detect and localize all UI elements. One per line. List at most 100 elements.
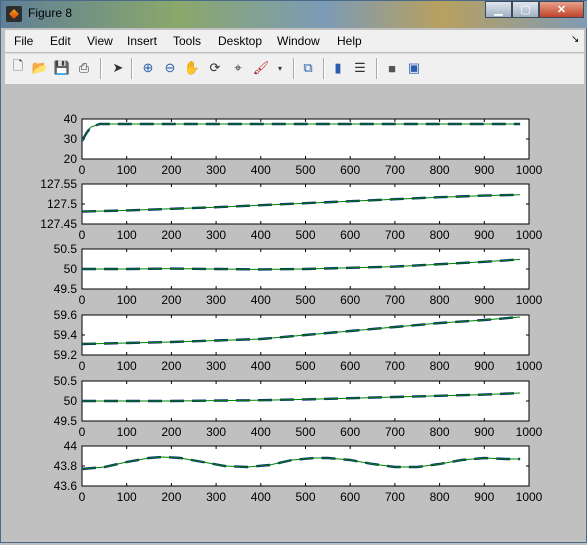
x-tick-label: 400 — [251, 425, 271, 439]
subplot-4[interactable]: 0 100 200 300 400 500 600 700 800 900 1000 59.6 59.4… — [54, 308, 543, 373]
x-tick-label: 0 — [79, 163, 86, 177]
show-plot-tools-icon[interactable]: ▣ — [405, 59, 423, 77]
brush-dropdown-icon[interactable]: ▾ — [271, 59, 289, 77]
y-tick-label: 49.5 — [54, 282, 78, 296]
x-tick-label: 100 — [117, 425, 137, 439]
x-tick-label: 800 — [430, 293, 450, 307]
x-tick-label: 900 — [474, 359, 494, 373]
x-tick-label: 600 — [340, 359, 360, 373]
x-tick-label: 300 — [206, 490, 226, 504]
x-tick-label: 300 — [206, 425, 226, 439]
x-tick-label: 200 — [161, 163, 181, 177]
legend-icon[interactable]: ☰ — [351, 59, 369, 77]
data-cursor-icon[interactable]: ⌖ — [229, 59, 247, 77]
x-tick-label: 400 — [251, 359, 271, 373]
maximize-button[interactable]: ▢ — [512, 1, 539, 18]
x-tick-label: 500 — [295, 163, 315, 177]
print-icon[interactable]: ⎙ — [75, 59, 93, 77]
title-bar[interactable]: Figure 8 ▁ ▢ ✕ — [1, 1, 587, 28]
x-tick-label: 0 — [79, 359, 86, 373]
y-tick-label: 20 — [64, 152, 78, 166]
pointer-icon[interactable]: ➤ — [109, 59, 127, 77]
subplot-5[interactable]: 0 100 200 300 400 500 600 700 800 900 1000 50.5 50 49… — [54, 374, 543, 439]
x-tick-label: 600 — [340, 228, 360, 242]
x-tick-label: 800 — [430, 425, 450, 439]
x-tick-label: 100 — [117, 293, 137, 307]
y-tick-label: 30 — [64, 132, 78, 146]
y-tick-label: 43.6 — [54, 479, 78, 493]
open-file-icon[interactable]: 📂 — [31, 59, 49, 77]
x-tick-label: 800 — [430, 359, 450, 373]
axes-box[interactable] — [81, 445, 530, 487]
link-plot-icon[interactable]: ⧉ — [299, 59, 317, 77]
close-button[interactable]: ✕ — [539, 1, 584, 18]
x-tick-label: 400 — [251, 293, 271, 307]
brush-icon[interactable]: 🖌 — [252, 59, 270, 77]
y-tick-label: 40 — [64, 112, 78, 126]
x-tick-label: 1000 — [516, 425, 543, 439]
minimize-button[interactable]: ▁ — [485, 1, 512, 18]
window-title: Figure 8 — [28, 6, 73, 20]
x-tick-label: 200 — [161, 359, 181, 373]
matlab-icon — [6, 6, 22, 22]
x-tick-label: 1000 — [516, 163, 543, 177]
x-tick-label: 1000 — [516, 293, 543, 307]
x-tick-label: 700 — [385, 293, 405, 307]
menu-window[interactable]: Window — [277, 34, 320, 48]
pan-icon[interactable]: ✋ — [183, 59, 201, 77]
undock-arrow-icon[interactable]: ↘ — [571, 34, 579, 45]
x-tick-label: 800 — [430, 228, 450, 242]
x-tick-label: 400 — [251, 490, 271, 504]
x-tick-label: 200 — [161, 228, 181, 242]
subplot-2[interactable]: 0 100 200 300 400 500 600 700 800 900 1000 127.55 12… — [40, 177, 542, 242]
x-tick-label: 300 — [206, 359, 226, 373]
new-figure-icon[interactable]: 🗋 — [9, 58, 27, 77]
x-tick-label: 900 — [474, 490, 494, 504]
y-tick-label: 43.8 — [54, 459, 78, 473]
x-tick-label: 800 — [430, 163, 450, 177]
x-tick-label: 500 — [295, 359, 315, 373]
y-tick-label: 59.2 — [54, 348, 78, 362]
x-tick-label: 1000 — [516, 228, 543, 242]
x-tick-label: 700 — [385, 359, 405, 373]
x-tick-label: 600 — [340, 425, 360, 439]
y-tick-label: 127.45 — [40, 217, 77, 231]
x-tick-label: 1000 — [516, 490, 543, 504]
x-tick-label: 200 — [161, 293, 181, 307]
zoom-in-icon[interactable]: ⊕ — [139, 59, 157, 77]
y-tick-label: 50.5 — [54, 242, 78, 256]
x-tick-label: 0 — [79, 228, 86, 242]
subplot-1[interactable]: 0 100 200 300 400 500 600 700 800 900 1000 40 30 20 — [64, 112, 543, 177]
x-tick-label: 500 — [295, 293, 315, 307]
x-tick-label: 900 — [474, 425, 494, 439]
menu-file[interactable]: File — [14, 34, 33, 48]
y-tick-label: 49.5 — [54, 414, 78, 428]
menu-tools[interactable]: Tools — [173, 34, 201, 48]
save-icon[interactable]: 💾 — [53, 59, 71, 77]
x-tick-label: 700 — [385, 490, 405, 504]
x-tick-label: 0 — [79, 425, 86, 439]
y-tick-label: 50 — [64, 262, 78, 276]
x-tick-label: 700 — [385, 425, 405, 439]
zoom-out-icon[interactable]: ⊖ — [161, 59, 179, 77]
menu-view[interactable]: View — [87, 34, 113, 48]
rotate-3d-icon[interactable]: ⟳ — [206, 59, 224, 77]
menu-help[interactable]: Help — [337, 34, 362, 48]
x-tick-label: 700 — [385, 228, 405, 242]
x-tick-label: 600 — [340, 490, 360, 504]
x-tick-label: 0 — [79, 293, 86, 307]
y-tick-label: 127.55 — [40, 177, 77, 191]
subplot-3[interactable]: 0 100 200 300 400 500 600 700 800 900 1000 50.5 50 49… — [54, 242, 543, 307]
x-tick-label: 1000 — [516, 359, 543, 373]
menu-desktop[interactable]: Desktop — [218, 34, 262, 48]
figure-canvas: 0 100 200 300 400 500 600 700 800 900 1000 40 30 20 0 1… — [5, 84, 584, 540]
colorbar-icon[interactable]: ▮ — [329, 59, 347, 77]
x-tick-label: 100 — [117, 359, 137, 373]
menu-insert[interactable]: Insert — [127, 34, 157, 48]
x-tick-label: 300 — [206, 163, 226, 177]
subplot-6[interactable]: 0 100 200 300 400 500 600 700 800 900 1000 44 43.8 43… — [54, 439, 543, 504]
hide-plot-tools-icon[interactable]: ■ — [383, 59, 401, 77]
y-tick-label: 127.5 — [47, 197, 77, 211]
x-tick-label: 700 — [385, 163, 405, 177]
menu-edit[interactable]: Edit — [50, 34, 71, 48]
